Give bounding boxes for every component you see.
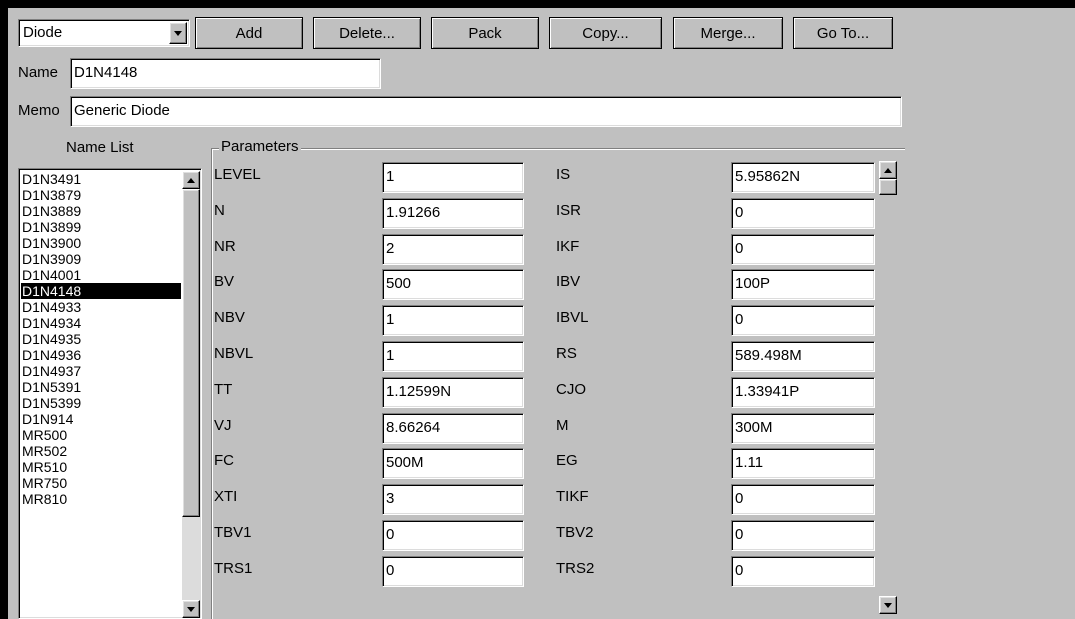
model-type-select[interactable]: Diode <box>18 19 190 47</box>
merge-button[interactable]: Merge... <box>673 17 783 49</box>
parameters-scroll-thumb[interactable] <box>879 179 897 195</box>
name-list-title: Name List <box>66 139 134 156</box>
list-item[interactable]: D1N4933 <box>21 299 181 315</box>
list-item[interactable]: D1N4937 <box>21 363 181 379</box>
param-value-field[interactable]: 589.498M <box>731 341 875 372</box>
param-label: NBVL <box>214 345 254 362</box>
param-value-field[interactable]: 0 <box>731 520 875 551</box>
param-value-field[interactable]: 0 <box>731 484 875 515</box>
copy-button[interactable]: Copy... <box>549 17 662 49</box>
list-item[interactable]: D1N3900 <box>21 235 181 251</box>
list-item[interactable]: D1N5399 <box>21 395 181 411</box>
list-item[interactable]: MR500 <box>21 427 181 443</box>
param-label: TRS2 <box>556 560 595 577</box>
param-value-field[interactable]: 0 <box>731 198 875 229</box>
scroll-down-arrow-icon[interactable] <box>879 596 897 614</box>
param-label: EG <box>556 452 578 469</box>
param-label: LEVEL <box>214 166 261 183</box>
list-item[interactable]: D1N3491 <box>21 171 181 187</box>
name-list-scrollbar[interactable] <box>182 171 200 618</box>
list-item[interactable]: MR750 <box>21 475 181 491</box>
list-item[interactable]: D1N4934 <box>21 315 181 331</box>
param-value-field[interactable]: 5.95862N <box>731 162 875 193</box>
param-label: VJ <box>214 417 232 434</box>
scroll-up-arrow-icon[interactable] <box>879 161 897 179</box>
memo-field[interactable]: Generic Diode <box>70 96 902 127</box>
param-label: TBV2 <box>556 524 594 541</box>
param-value-field[interactable]: 500 <box>382 269 524 300</box>
param-label: FC <box>214 452 234 469</box>
add-button[interactable]: Add <box>195 17 303 49</box>
param-value-field[interactable]: 0 <box>731 234 875 265</box>
param-label: N <box>214 202 225 219</box>
list-item[interactable]: D1N914 <box>21 411 181 427</box>
param-label: NR <box>214 238 236 255</box>
param-value-field[interactable]: 0 <box>382 556 524 587</box>
param-label: ISR <box>556 202 582 219</box>
list-item[interactable]: D1N4001 <box>21 267 181 283</box>
param-label: XTI <box>214 488 238 505</box>
param-value-field[interactable]: 3 <box>382 484 524 515</box>
param-value-field[interactable]: 1.33941P <box>731 377 875 408</box>
name-label: Name <box>18 64 59 81</box>
delete-button[interactable]: Delete... <box>313 17 421 49</box>
param-label: IBV <box>556 273 581 290</box>
param-value-field[interactable]: 1 <box>382 305 524 336</box>
name-list-scroll-thumb[interactable] <box>182 189 200 517</box>
param-label: IS <box>556 166 571 183</box>
param-label: NBV <box>214 309 245 326</box>
list-item[interactable]: D1N3899 <box>21 219 181 235</box>
list-item[interactable]: D1N3879 <box>21 187 181 203</box>
model-type-value: Diode <box>23 24 63 41</box>
parameters-title: Parameters <box>219 138 301 155</box>
parameters-scrollbar[interactable] <box>879 161 897 614</box>
list-item[interactable]: MR810 <box>21 491 181 507</box>
goto-button[interactable]: Go To... <box>793 17 893 49</box>
param-label: RS <box>556 345 577 362</box>
pack-button[interactable]: Pack <box>431 17 539 49</box>
param-label: M <box>556 417 569 434</box>
scroll-up-arrow-icon[interactable] <box>182 171 200 189</box>
name-list-items: D1N3491 D1N3879 D1N3889 D1N3899 D1N3900 D1N39… <box>21 171 181 507</box>
list-item[interactable]: MR510 <box>21 459 181 475</box>
param-value-field[interactable]: 0 <box>731 305 875 336</box>
param-value-field[interactable]: 1 <box>382 162 524 193</box>
param-value-field[interactable]: 1.91266 <box>382 198 524 229</box>
param-value-field[interactable]: 300M <box>731 413 875 444</box>
param-value-field[interactable]: 1 <box>382 341 524 372</box>
param-label: TRS1 <box>214 560 253 577</box>
param-label: IBVL <box>556 309 589 326</box>
param-label: BV <box>214 273 235 290</box>
param-value-field[interactable]: 2 <box>382 234 524 265</box>
param-value-field[interactable]: 1.11 <box>731 448 875 479</box>
name-list[interactable]: D1N3491 D1N3879 D1N3889 D1N3899 D1N3900 D1N39… <box>18 168 202 619</box>
param-value-field[interactable]: 500M <box>382 448 524 479</box>
param-value-field[interactable]: 0 <box>731 556 875 587</box>
chevron-down-icon[interactable] <box>169 22 187 44</box>
param-value-field[interactable]: 8.66264 <box>382 413 524 444</box>
list-item[interactable]: D1N3889 <box>21 203 181 219</box>
param-label: TIKF <box>556 488 589 505</box>
memo-label: Memo <box>18 102 60 119</box>
param-label: CJO <box>556 381 586 398</box>
list-item[interactable]: D1N4148 <box>21 283 181 299</box>
param-value-field[interactable]: 0 <box>382 520 524 551</box>
list-item[interactable]: D1N5391 <box>21 379 181 395</box>
param-label: TBV1 <box>214 524 252 541</box>
list-item[interactable]: D1N4935 <box>21 331 181 347</box>
list-item[interactable]: D1N3909 <box>21 251 181 267</box>
list-item[interactable]: MR502 <box>21 443 181 459</box>
param-value-field[interactable]: 1.12599N <box>382 377 524 408</box>
param-label: IKF <box>556 238 580 255</box>
list-item[interactable]: D1N4936 <box>21 347 181 363</box>
name-field[interactable]: D1N4148 <box>70 58 381 89</box>
scroll-down-arrow-icon[interactable] <box>182 600 200 618</box>
param-label: TT <box>214 381 233 398</box>
model-editor-window: Diode Add Delete... Pack Copy... Merge..… <box>8 8 1075 619</box>
param-value-field[interactable]: 100P <box>731 269 875 300</box>
